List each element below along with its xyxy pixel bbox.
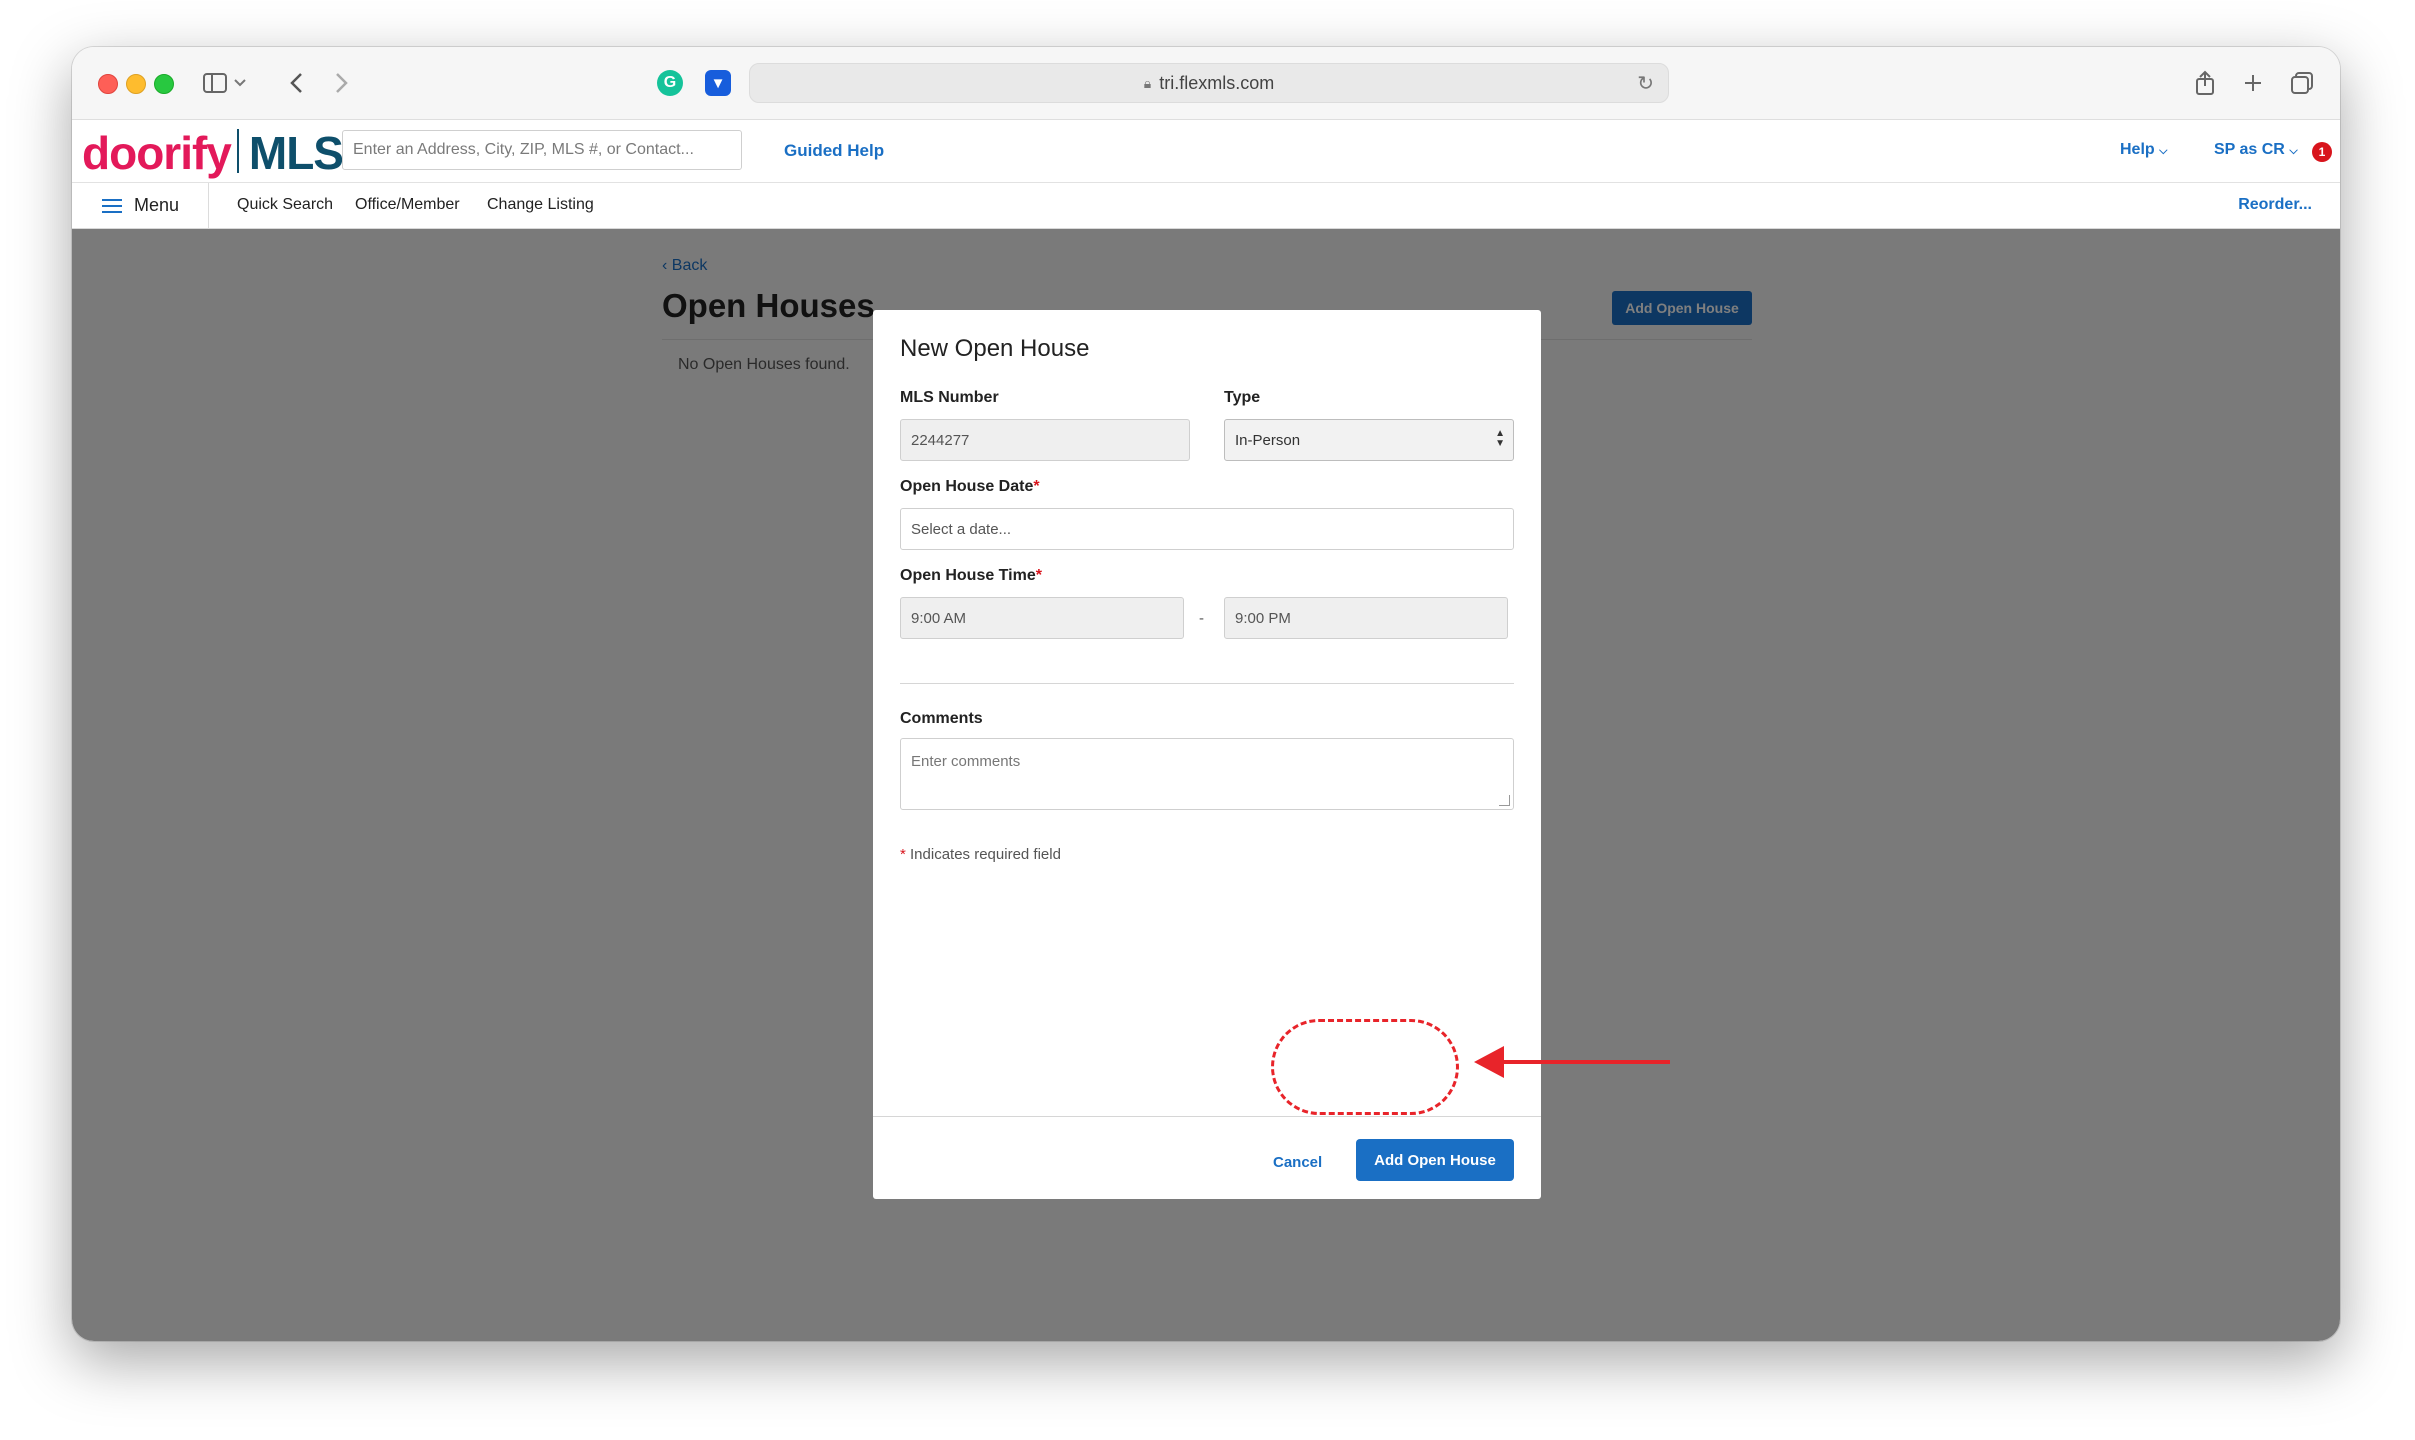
url-text: tri.flexmls.com (1159, 72, 1275, 93)
date-label-text: Open House Date (900, 478, 1034, 495)
required-mark: * (900, 846, 906, 863)
date-placeholder: Select a date... (911, 520, 1012, 538)
time-label-text: Open House Time (900, 567, 1036, 584)
tabs-icon[interactable] (2288, 64, 2316, 102)
address-bar[interactable]: 🔒︎ tri.flexmls.com ↻ (749, 63, 1669, 103)
type-select[interactable]: In-Person ▲ ▼ (1224, 419, 1514, 461)
date-input[interactable]: Select a date... (900, 508, 1514, 550)
logo-text-doorify: doorify (82, 127, 232, 179)
minimize-window-button[interactable] (126, 74, 146, 94)
app-header: doorify MLS Enter an Address, City, ZIP,… (72, 120, 2340, 183)
mls-number-value: 2244277 (911, 431, 970, 449)
lock-icon: 🔒︎ (1143, 74, 1152, 91)
page-content: ‹ Back Open Houses Add Open House No Ope… (72, 229, 2340, 1341)
guided-help-link[interactable]: Guided Help (784, 141, 884, 161)
resize-handle-icon[interactable] (1499, 795, 1510, 806)
close-window-button[interactable] (98, 74, 118, 94)
menu-label: Menu (134, 195, 180, 215)
comments-textarea[interactable]: Enter comments (900, 738, 1514, 810)
doorify-mls-logo[interactable]: doorify MLS (82, 126, 344, 179)
form-divider (900, 683, 1514, 684)
add-open-house-button[interactable]: Add Open House (1356, 1139, 1514, 1181)
global-search-input[interactable]: Enter an Address, City, ZIP, MLS #, or C… (342, 130, 742, 170)
select-arrows-icon: ▲ ▼ (1495, 428, 1505, 449)
dialog-title: New Open House (900, 335, 1090, 362)
reorder-link[interactable]: Reorder... (2238, 196, 2312, 214)
arrow-line-annotation (1495, 1060, 1670, 1064)
forward-icon[interactable] (330, 64, 354, 102)
user-menu[interactable]: SP as CR ⌵ (2214, 141, 2298, 159)
required-mark: * (1035, 567, 1042, 584)
required-field-note: * Indicates required field (900, 846, 1061, 863)
bitwarden-icon[interactable]: ▼ (705, 70, 731, 96)
help-label: Help (2120, 141, 2155, 158)
required-mark: * (1033, 478, 1040, 495)
notification-badge[interactable]: 1 (2312, 142, 2332, 162)
main-nav: Menu Quick Search Office/Member Change L… (72, 183, 2340, 229)
logo-text-mls: MLS (248, 127, 344, 179)
time-label: Open House Time* (900, 567, 1042, 585)
sidebar-icon[interactable] (200, 64, 230, 102)
chevron-down-icon[interactable] (232, 64, 248, 102)
cancel-button[interactable]: Cancel (1273, 1154, 1322, 1171)
reload-icon[interactable]: ↻ (1637, 71, 1654, 96)
end-time-input[interactable]: 9:00 PM (1224, 597, 1508, 639)
browser-toolbar: G ▼ 🔒︎ tri.flexmls.com ↻ (72, 47, 2340, 120)
highlight-circle-annotation (1271, 1019, 1459, 1115)
comments-placeholder: Enter comments (911, 753, 1021, 770)
chevron-down-icon: ⌵ (2159, 145, 2168, 157)
nav-office-member[interactable]: Office/Member (355, 196, 460, 214)
browser-window: G ▼ 🔒︎ tri.flexmls.com ↻ doorify MLS Ent… (72, 47, 2340, 1341)
help-menu[interactable]: Help ⌵ (2120, 141, 2167, 159)
share-icon[interactable] (2192, 64, 2218, 102)
end-time-value: 9:00 PM (1235, 609, 1291, 627)
mls-number-field: 2244277 (900, 419, 1190, 461)
nav-change-listing[interactable]: Change Listing (487, 196, 594, 214)
required-note-text: Indicates required field (910, 846, 1061, 863)
footer-divider (873, 1116, 1541, 1117)
time-separator: - (1199, 610, 1204, 627)
type-label: Type (1224, 389, 1261, 406)
grammarly-icon[interactable]: G (657, 70, 683, 96)
mls-number-label: MLS Number (900, 389, 999, 406)
start-time-value: 9:00 AM (911, 609, 967, 627)
new-tab-icon[interactable] (2240, 64, 2266, 102)
back-icon[interactable] (284, 64, 308, 102)
search-placeholder: Enter an Address, City, ZIP, MLS #, or C… (353, 141, 694, 158)
user-label: SP as CR (2214, 141, 2285, 158)
date-label: Open House Date* (900, 478, 1040, 496)
chevron-down-icon: ⌵ (2289, 145, 2298, 157)
type-value: In-Person (1235, 431, 1301, 449)
start-time-input[interactable]: 9:00 AM (900, 597, 1184, 639)
comments-label: Comments (900, 710, 983, 727)
menu-button[interactable]: Menu (72, 183, 209, 228)
zoom-window-button[interactable] (154, 74, 174, 94)
nav-quick-search[interactable]: Quick Search (237, 196, 333, 214)
logo-divider (236, 129, 239, 173)
hamburger-icon (102, 198, 122, 213)
